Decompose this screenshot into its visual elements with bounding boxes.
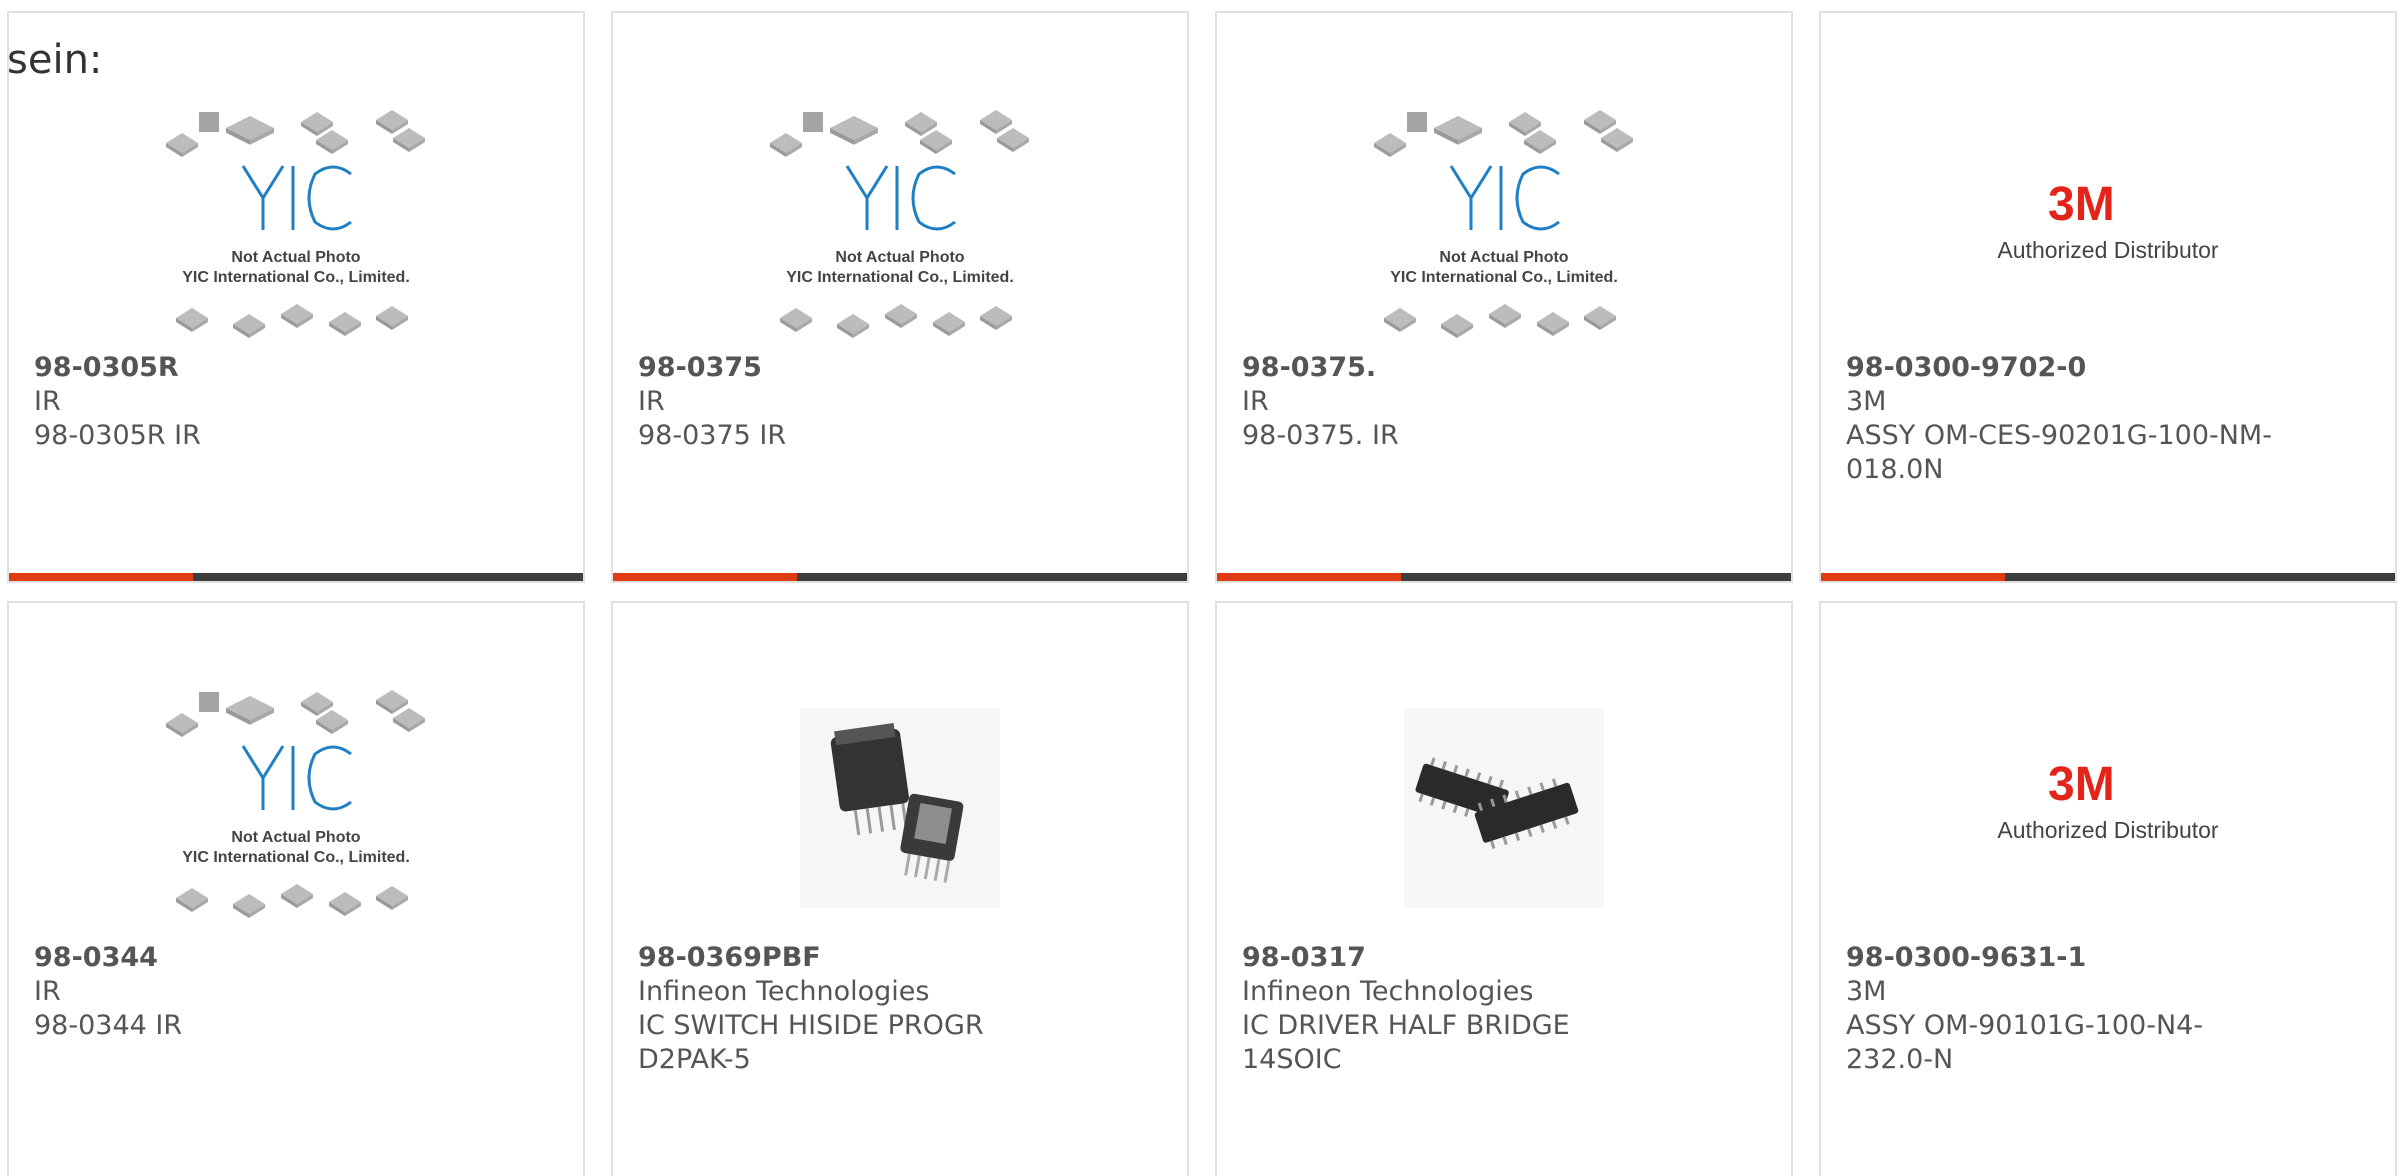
product-card[interactable]: Not Actual Photo YIC International Co., … <box>7 11 585 583</box>
yic-note-line1: Not Actual Photo <box>231 249 360 266</box>
product-image-container[interactable]: Not Actual Photo YIC International Co., … <box>1217 93 1791 363</box>
part-number-link[interactable]: 98-0375 <box>638 351 1067 385</box>
svg-text:Authorized Distributor: Authorized Distributor <box>1997 817 2218 843</box>
yic-note-line1: Not Actual Photo <box>835 249 964 266</box>
product-info: 98-0344 IR 98-0344 IR <box>34 941 463 1043</box>
yic-note-line1: Not Actual Photo <box>231 829 360 846</box>
product-info: 98-0305R IR 98-0305R IR <box>34 351 463 453</box>
product-card[interactable]: Not Actual Photo YIC International Co., … <box>611 11 1189 583</box>
part-number-link[interactable]: 98-0375. <box>1242 351 1671 385</box>
manufacturer-label: IR <box>1242 386 1269 417</box>
card-accent-bar <box>9 573 583 581</box>
intro-text: sein: <box>7 37 103 83</box>
product-info: 98-0375. IR 98-0375. IR <box>1242 351 1671 453</box>
manufacturer-label: Infineon Technologies <box>1242 976 1534 1007</box>
product-card[interactable]: 3M Authorized Distributor 98-0300-9702-0… <box>1819 11 2397 583</box>
not-actual-photo-image: Not Actual Photo YIC International Co., … <box>166 110 425 338</box>
description-text: ASSY OM-90101G-100-N4-232.0-N <box>1846 1010 2204 1075</box>
product-image-container[interactable]: Not Actual Photo YIC International Co., … <box>613 93 1187 363</box>
3m-authorized-distributor-logo: 3M Authorized Distributor <box>1997 178 2218 263</box>
manufacturer-label: 3M <box>1846 976 1887 1007</box>
soic-component-photo <box>1404 708 1604 908</box>
product-card[interactable]: 3M Authorized Distributor 98-0300-9631-1… <box>1819 601 2397 1176</box>
card-accent-bar <box>1217 573 1791 581</box>
manufacturer-label: Infineon Technologies <box>638 976 930 1007</box>
product-info: 98-0300-9631-1 3M ASSY OM-90101G-100-N4-… <box>1846 941 2275 1077</box>
product-card[interactable]: 98-0317 Infineon Technologies IC DRIVER … <box>1215 601 1793 1176</box>
yic-note-line1: Not Actual Photo <box>1439 249 1568 266</box>
product-card[interactable]: Not Actual Photo YIC International Co., … <box>1215 11 1793 583</box>
not-actual-photo-image: Not Actual Photo YIC International Co., … <box>770 110 1029 338</box>
product-info: 98-0300-9702-0 3M ASSY OM-CES-90201G-100… <box>1846 351 2275 487</box>
manufacturer-label: IR <box>638 386 665 417</box>
description-text: 98-0344 IR <box>34 1010 183 1041</box>
manufacturer-label: 3M <box>1846 386 1887 417</box>
product-card[interactable]: Not Actual Photo YIC International Co., … <box>7 601 585 1176</box>
product-image-container[interactable]: 3M Authorized Distributor <box>1821 673 2395 943</box>
description-text: 98-0375. IR <box>1242 420 1399 451</box>
manufacturer-label: IR <box>34 386 61 417</box>
part-number-link[interactable]: 98-0305R <box>34 351 463 385</box>
not-actual-photo-image: Not Actual Photo YIC International Co., … <box>1374 110 1633 338</box>
3m-authorized-distributor-logo: 3M Authorized Distributor <box>1997 758 2218 843</box>
part-number-link[interactable]: 98-0344 <box>34 941 463 975</box>
d2pak-component-photo <box>800 708 1000 908</box>
yic-note-line2: YIC International Co., Limited. <box>786 269 1014 286</box>
product-image-container[interactable] <box>613 673 1187 943</box>
card-accent-bar <box>1821 573 2395 581</box>
product-image-container[interactable]: Not Actual Photo YIC International Co., … <box>9 93 583 363</box>
part-number-link[interactable]: 98-0317 <box>1242 941 1671 975</box>
card-accent-bar <box>613 573 1187 581</box>
yic-note-line2: YIC International Co., Limited. <box>182 849 410 866</box>
product-card[interactable]: 98-0369PBF Infineon Technologies IC SWIT… <box>611 601 1189 1176</box>
product-info: 98-0369PBF Infineon Technologies IC SWIT… <box>638 941 1067 1077</box>
description-text: ASSY OM-CES-90201G-100-NM-018.0N <box>1846 420 2272 485</box>
description-text: 98-0305R IR <box>34 420 201 451</box>
product-info: 98-0375 IR 98-0375 IR <box>638 351 1067 453</box>
product-image-container[interactable]: Not Actual Photo YIC International Co., … <box>9 673 583 943</box>
manufacturer-label: IR <box>34 976 61 1007</box>
description-text: IC SWITCH HISIDE PROGR D2PAK-5 <box>638 1010 984 1075</box>
product-image-container[interactable]: 3M Authorized Distributor <box>1821 93 2395 363</box>
svg-text:3M: 3M <box>2048 178 2115 231</box>
not-actual-photo-image: Not Actual Photo YIC International Co., … <box>166 690 425 918</box>
svg-text:Authorized Distributor: Authorized Distributor <box>1997 237 2218 263</box>
description-text: IC DRIVER HALF BRIDGE 14SOIC <box>1242 1010 1570 1075</box>
product-image-container[interactable] <box>1217 673 1791 943</box>
description-text: 98-0375 IR <box>638 420 787 451</box>
yic-note-line2: YIC International Co., Limited. <box>1390 269 1618 286</box>
svg-text:3M: 3M <box>2048 758 2115 811</box>
part-number-link[interactable]: 98-0369PBF <box>638 941 1067 975</box>
part-number-link[interactable]: 98-0300-9631-1 <box>1846 941 2275 975</box>
product-info: 98-0317 Infineon Technologies IC DRIVER … <box>1242 941 1671 1077</box>
yic-note-line2: YIC International Co., Limited. <box>182 269 410 286</box>
part-number-link[interactable]: 98-0300-9702-0 <box>1846 351 2275 385</box>
